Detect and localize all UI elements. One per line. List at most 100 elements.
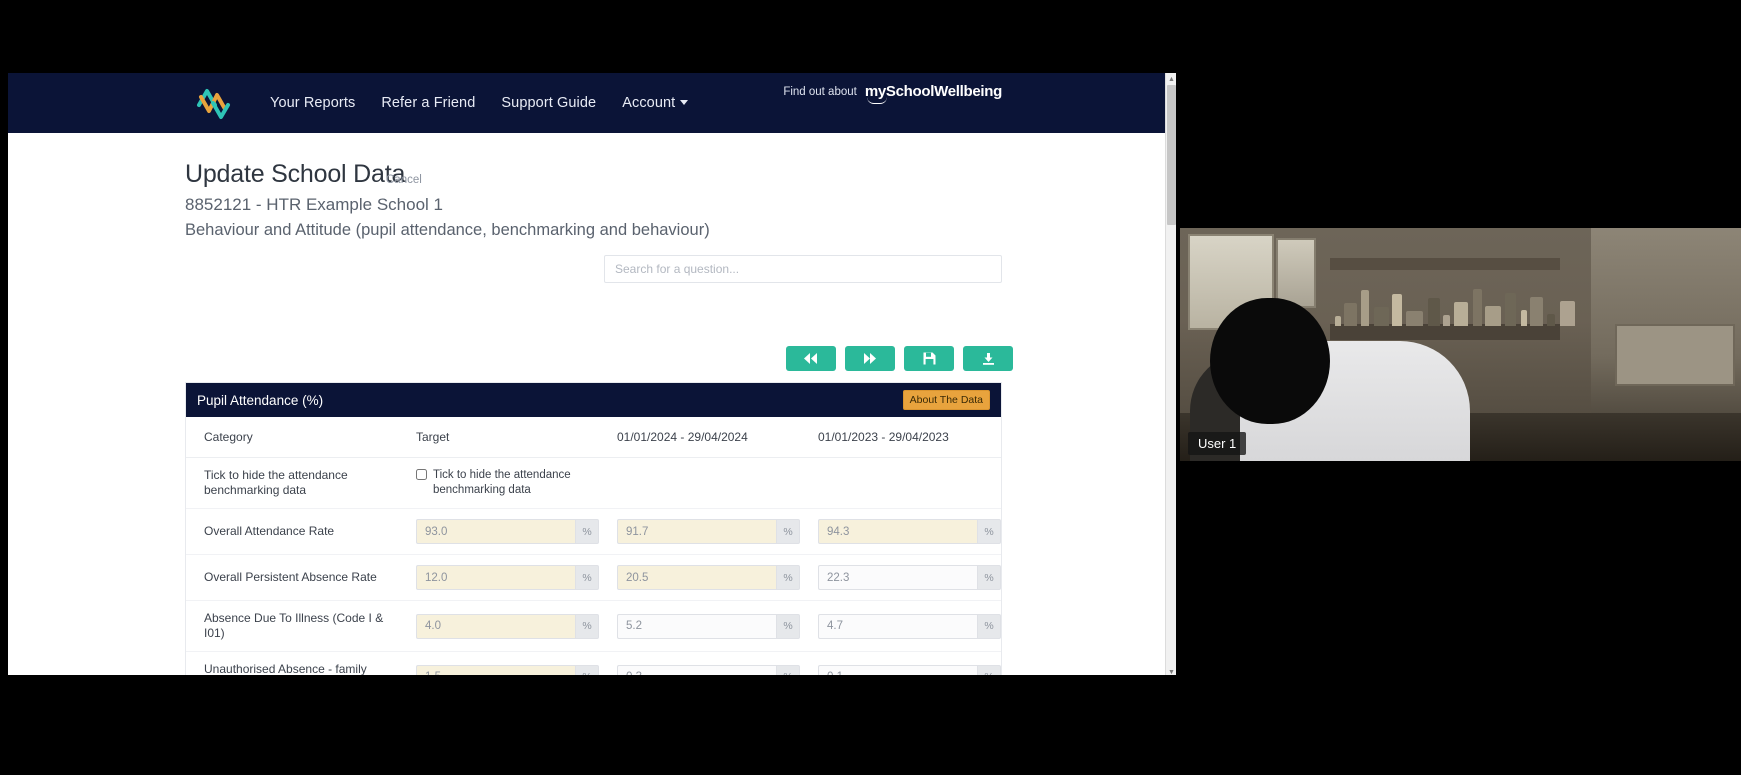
clutter-object (1392, 294, 1402, 326)
period-2023-input-row-0[interactable] (818, 519, 977, 544)
period-2023-input-row-2-group: % (818, 613, 1001, 639)
table-header-row: Category Target 01/01/2024 - 29/04/2024 … (186, 417, 1001, 458)
clutter-object (1443, 315, 1450, 326)
hide-benchmarking-checkbox[interactable] (416, 469, 427, 481)
period-2023-input-row-0-group: % (818, 519, 1001, 544)
empty-cell (800, 457, 1001, 509)
site-navbar: Your Reports Refer a Friend Support Guid… (8, 73, 1168, 133)
window-right (1276, 238, 1316, 308)
table-row: Overall Attendance Rate%%% (186, 508, 1001, 555)
target-cell: % (398, 600, 599, 652)
participant-video-tile[interactable]: User 1 (1180, 228, 1741, 461)
hide-benchmarking-checkbox-label: Tick to hide the attendance benchmarking… (433, 469, 571, 496)
nav-link-your-reports[interactable]: Your Reports (270, 95, 355, 111)
nav-link-support-guide[interactable]: Support Guide (501, 95, 596, 111)
scroll-up-icon[interactable]: ▲ (1166, 73, 1176, 85)
download-icon (982, 353, 994, 365)
clutter-object (1473, 289, 1482, 326)
period-2023-input-row-1[interactable] (818, 565, 977, 590)
chevron-down-icon (680, 100, 689, 105)
clutter-object (1530, 297, 1543, 326)
about-the-data-button[interactable]: About The Data (902, 390, 990, 410)
cancel-link[interactable]: Cancel (386, 174, 422, 186)
percent-suffix: % (575, 613, 599, 639)
school-identifier: 8852121 - HTR Example School 1 (185, 195, 443, 214)
person-head-blurred (1210, 298, 1330, 424)
table-body: Tick to hide the attendance benchmarking… (186, 457, 1001, 675)
target-input-row-2-group: % (416, 613, 599, 639)
participant-name-label: User 1 (1188, 432, 1247, 455)
target-input-row-3[interactable] (416, 664, 575, 675)
period-2023-input-row-3-group: % (818, 664, 1001, 675)
section-subtitle: Behaviour and Attitude (pupil attendance… (185, 221, 710, 239)
form-toolbar (786, 346, 1013, 371)
rewind-icon (804, 353, 817, 364)
period-2023-input-row-3[interactable] (818, 664, 977, 675)
download-button[interactable] (963, 346, 1013, 371)
brand-zigzag-logo[interactable] (178, 83, 248, 123)
period-2024-cell: % (599, 554, 800, 601)
clutter-object (1374, 307, 1389, 326)
period-2023-cell: % (800, 600, 1001, 652)
target-input-row-1[interactable] (416, 565, 575, 590)
table-row: Absence Due To Illness (Code I & I01)%%% (186, 600, 1001, 652)
page-content: Update School Data Cancel 8852121 - HTR … (8, 133, 1168, 675)
floppy-save-icon (923, 352, 935, 365)
percent-suffix: % (977, 664, 1001, 675)
empty-cell (599, 457, 800, 509)
period-2024-input-row-0[interactable] (617, 519, 776, 544)
smile-curve-icon (866, 97, 887, 104)
period-2024-input-row-2-group: % (617, 613, 800, 639)
upper-shelf (1330, 258, 1560, 270)
nav-dropdown-account[interactable]: Account (622, 95, 689, 111)
period-2024-cell: % (599, 651, 800, 675)
search-input[interactable] (604, 255, 1002, 283)
period-2024-input-row-3-group: % (617, 664, 800, 675)
period-2023-input-row-2[interactable] (818, 613, 977, 639)
clutter-object (1361, 290, 1369, 326)
page-title: Update School Data (185, 160, 406, 188)
period-2023-cell: % (800, 651, 1001, 675)
table-row-hide-benchmarking: Tick to hide the attendance benchmarking… (186, 457, 1001, 509)
next-button[interactable] (845, 346, 895, 371)
previous-button[interactable] (786, 346, 836, 371)
target-input-row-2[interactable] (416, 613, 575, 639)
period-2024-input-row-2[interactable] (617, 613, 776, 639)
page-scrollbar[interactable]: ▲ ▼ (1165, 73, 1176, 675)
period-2024-cell: % (599, 600, 800, 652)
clutter-object (1406, 311, 1423, 326)
navbar-promo: Find out about mySchoolWellbeing (783, 83, 1002, 104)
target-cell: % (398, 651, 599, 675)
shared-screen-region: Your Reports Refer a Friend Support Guid… (8, 0, 1176, 675)
card-title: Pupil Attendance (%) (197, 392, 324, 408)
target-input-row-0[interactable] (416, 519, 575, 544)
myschoolwellbeing-logo[interactable]: mySchoolWellbeing (865, 83, 1002, 104)
percent-suffix: % (776, 613, 800, 639)
nav-link-refer-a-friend[interactable]: Refer a Friend (381, 95, 475, 111)
row-category-label: Overall Attendance Rate (186, 508, 398, 555)
scrollbar-thumb[interactable] (1167, 85, 1176, 225)
row-category-label: Absence Due To Illness (Code I & I01) (186, 600, 398, 652)
row-category-label: Unauthorised Absence - family holidays (186, 651, 398, 675)
period-2024-input-row-1[interactable] (617, 565, 776, 590)
column-header-period-2024: 01/01/2024 - 29/04/2024 (599, 417, 800, 458)
pupil-attendance-card: Pupil Attendance (%) About The Data Cate… (185, 382, 1002, 675)
percent-suffix: % (575, 664, 599, 675)
row-category-label: Tick to hide the attendance benchmarking… (186, 457, 398, 509)
save-button[interactable] (904, 346, 954, 371)
clutter-object (1335, 316, 1341, 326)
attendance-data-table: Category Target 01/01/2024 - 29/04/2024 … (186, 417, 1001, 675)
target-input-row-1-group: % (416, 565, 599, 590)
period-2023-input-row-1-group: % (818, 565, 1001, 590)
meeting-stage: Your Reports Refer a Friend Support Guid… (0, 0, 1741, 775)
percent-suffix: % (977, 519, 1001, 544)
shelf-clutter (1335, 280, 1575, 326)
target-cell: % (398, 554, 599, 601)
hide-benchmarking-checkbox-wrapper[interactable]: Tick to hide the attendance benchmarking… (416, 468, 599, 498)
scroll-down-icon[interactable]: ▼ (1166, 666, 1176, 675)
clutter-object (1344, 303, 1357, 326)
period-2024-input-row-3[interactable] (617, 664, 776, 675)
clutter-object (1428, 298, 1440, 326)
browser-page: Your Reports Refer a Friend Support Guid… (8, 73, 1176, 675)
clutter-object (1454, 302, 1468, 326)
